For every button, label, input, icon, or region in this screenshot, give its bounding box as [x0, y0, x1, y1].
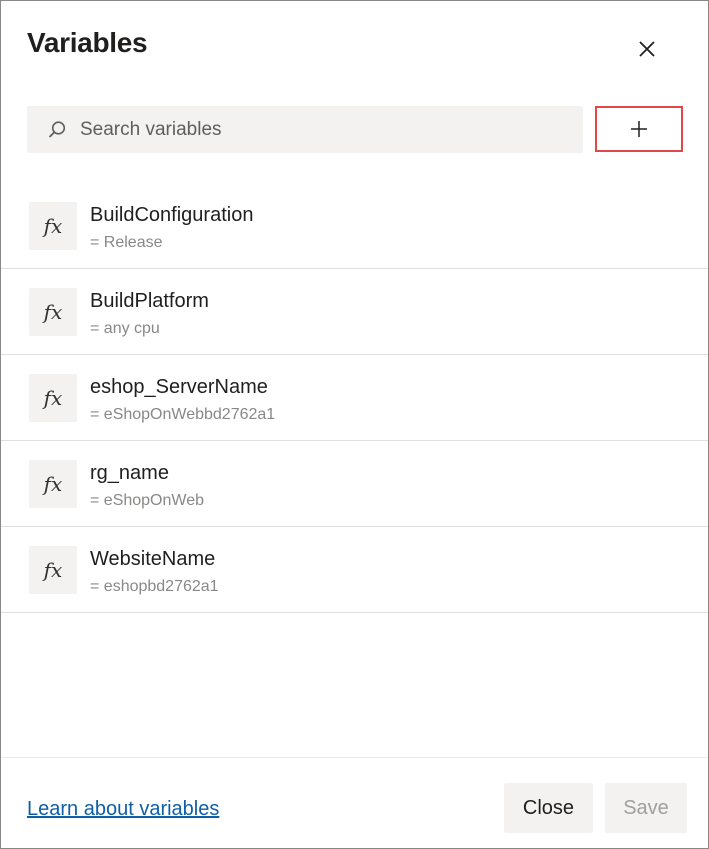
variable-value: = eshopbd2762a1 [90, 578, 219, 595]
footer-divider [1, 757, 708, 758]
search-icon [47, 120, 67, 140]
search-input[interactable] [80, 118, 560, 141]
variable-name: BuildConfiguration [90, 204, 254, 226]
variables-dialog: Variables fx BuildConfiguration = Releas… [0, 0, 709, 849]
close-button[interactable]: Close [504, 783, 593, 833]
variables-list: fx BuildConfiguration = Release fx Build… [1, 183, 708, 613]
close-dialog-button[interactable] [629, 31, 665, 67]
variable-value: = eShopOnWebbd2762a1 [90, 406, 276, 423]
save-button[interactable]: Save [605, 783, 687, 833]
list-item[interactable]: fx BuildPlatform = any cpu [1, 269, 708, 355]
fx-icon: fx [29, 546, 77, 594]
list-item[interactable]: fx WebsiteName = eshopbd2762a1 [1, 527, 708, 613]
variable-name: rg_name [90, 462, 169, 484]
search-box[interactable] [27, 106, 583, 153]
fx-icon: fx [29, 202, 77, 250]
variable-value: = any cpu [90, 320, 160, 337]
fx-icon: fx [29, 460, 77, 508]
list-item[interactable]: fx eshop_ServerName = eShopOnWebbd2762a1 [1, 355, 708, 441]
variable-value: = Release [90, 234, 163, 251]
variable-name: eshop_ServerName [90, 376, 268, 398]
plus-icon [631, 121, 647, 137]
dialog-title: Variables [27, 27, 148, 58]
variable-value: = eShopOnWeb [90, 492, 205, 509]
fx-icon: fx [29, 288, 77, 336]
list-item[interactable]: fx BuildConfiguration = Release [1, 183, 708, 269]
close-icon [639, 41, 655, 57]
fx-icon: fx [29, 374, 77, 422]
add-variable-button[interactable] [595, 106, 683, 152]
learn-about-variables-link[interactable]: Learn about variables [27, 798, 219, 821]
variable-name: BuildPlatform [90, 290, 209, 312]
variable-name: WebsiteName [90, 548, 216, 570]
list-item[interactable]: fx rg_name = eShopOnWeb [1, 441, 708, 527]
